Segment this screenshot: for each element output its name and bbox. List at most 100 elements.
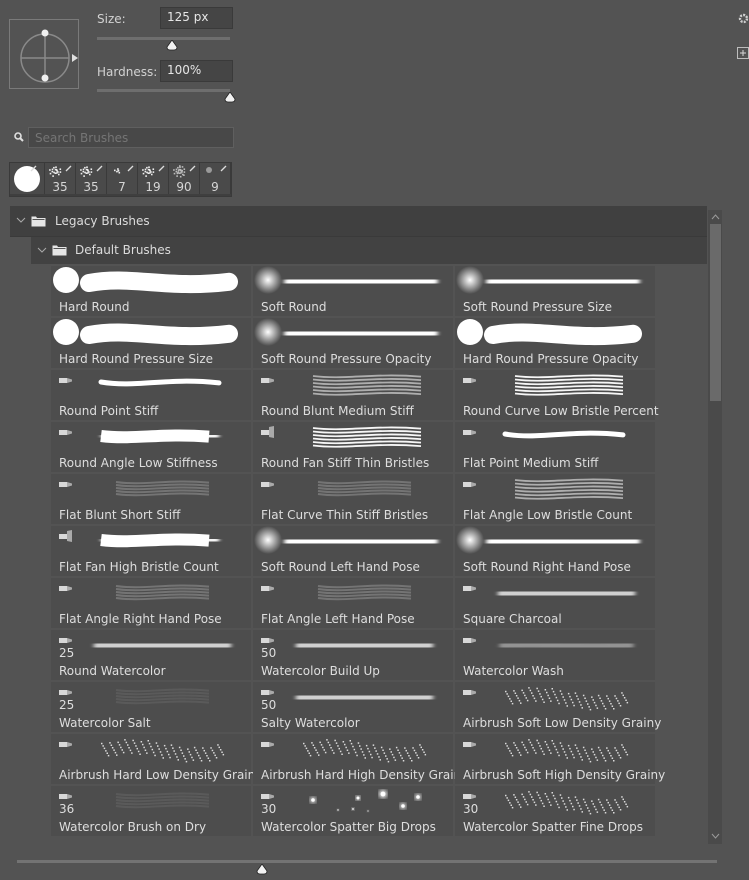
recent-brush[interactable]: 7 [107,163,138,194]
brush-preset-tile[interactable]: Round Curve Low Bristle Percent [455,370,659,420]
size-input[interactable]: 125 px [160,7,233,29]
brush-name: Flat Fan High Bristle Count [59,560,219,574]
recent-brush[interactable]: 9 [200,163,231,194]
recent-brush[interactable]: 35 [45,163,76,194]
brush-preset-tile[interactable]: Round Point Stiff [51,370,251,420]
pencil-tip-icon [261,742,274,747]
brush-name: Airbrush Soft Low Density Grainy [463,716,662,730]
brush-preset-tile[interactable]: Airbrush Soft Low Density Grainy [455,682,661,732]
brush-preset-tile[interactable]: 25 Watercolor Salt [51,682,251,732]
group-label: Legacy Brushes [55,214,150,228]
bristle-tip-icon [261,378,274,383]
size-label: Size: [97,12,126,26]
hardness-slider-thumb[interactable] [224,92,236,103]
brush-preset-tile[interactable]: 50 Watercolor Build Up [253,630,453,680]
brush-stroke-preview [463,584,636,603]
soft-tip-icon [456,266,484,294]
brush-name: Square Charcoal [463,612,562,626]
brush-name: Flat Point Medium Stiff [463,456,599,470]
brush-stroke-preview [59,792,210,809]
brush-size: 30 [261,802,277,816]
brush-preset-tile[interactable]: Flat Curve Thin Stiff Bristles [253,474,453,524]
brush-angle-roundness-icon[interactable] [10,20,80,90]
soft-tip-icon [254,266,282,294]
pencil-tip-icon [261,690,274,695]
scroll-down-icon[interactable] [711,833,720,839]
brush-preset-tile[interactable]: Round Blunt Medium Stiff [253,370,453,420]
gear-icon[interactable] [738,13,749,24]
recent-brush[interactable]: 90 [169,163,200,194]
brush-preset-tile[interactable]: Flat Blunt Short Stiff [51,474,251,524]
brush-preset-tile[interactable]: Flat Angle Low Bristle Count [455,474,655,524]
hardness-slider-track[interactable] [97,89,230,92]
brush-preset-tile[interactable]: Airbrush Hard High Density Grainy [253,734,468,784]
brush-stroke-preview [456,526,640,554]
size-slider-track[interactable] [97,37,230,40]
brush-stroke-preview [261,426,422,448]
preview-size-slider-track[interactable] [17,860,717,863]
brush-preset-tile[interactable]: Hard Round Pressure Opacity [455,318,655,368]
recent-brush-size: 35 [83,180,99,194]
bristle-tip-icon [463,430,476,435]
brush-size: 25 [59,698,75,712]
bristle-tip-icon [59,378,72,383]
brush-stroke-preview [53,267,238,294]
group-legacy-brushes[interactable]: Legacy Brushes [10,206,707,237]
brush-preset-tile[interactable]: Hard Round Pressure Size [51,318,251,368]
group-default-brushes[interactable]: Default Brushes [31,237,707,264]
brush-name: Salty Watercolor [261,716,360,730]
brush-preset-tile[interactable]: Square Charcoal [455,578,655,628]
brush-stroke-preview [59,584,210,601]
new-preset-icon[interactable] [737,47,749,59]
hard-round-brush-icon [14,165,40,192]
search-brushes-input[interactable] [28,127,234,148]
brush-size: 36 [59,802,75,816]
brush-name: Flat Angle Left Hand Pose [261,612,415,626]
brush-name: Hard Round Pressure Size [59,352,214,366]
brush-preset-tile[interactable]: Soft Round Left Hand Pose [253,526,453,576]
chevron-down-icon[interactable] [37,247,47,253]
brush-preset-tile[interactable]: Flat Angle Right Hand Pose [51,578,251,628]
folder-icon [52,245,67,256]
brush-preset-tile[interactable]: Watercolor Wash [455,630,655,680]
scrollbar-thumb[interactable] [710,224,721,401]
brush-preset-tile[interactable]: 30 Watercolor Spatter Fine Drops [455,786,655,836]
brush-name: Round Angle Low Stiffness [59,456,218,470]
brush-stroke-preview [463,687,629,711]
brush-preset-tile[interactable]: Flat Point Medium Stiff [455,422,655,472]
preview-size-slider-thumb[interactable] [256,864,268,875]
brush-preset-tile[interactable]: Round Fan Stiff Thin Bristles [253,422,453,472]
flat-tip-icon [59,586,72,591]
brush-preset-tile[interactable]: 25 Round Watercolor [51,630,251,680]
pencil-tip-icon [463,586,476,591]
brush-name: Hard Round [59,300,130,314]
hardness-input[interactable]: 100% [160,60,233,82]
fan-tip-icon [59,530,72,542]
brush-preset-tile[interactable]: Soft Round Pressure Size [455,266,655,316]
size-slider-thumb[interactable] [166,40,178,51]
recent-brush[interactable] [10,163,45,194]
folder-icon [31,216,46,227]
brush-preset-tile[interactable]: Soft Round Pressure Opacity [253,318,453,368]
brush-preset-tile[interactable]: Flat Angle Left Hand Pose [253,578,453,628]
brush-preset-tile[interactable]: Soft Round Right Hand Pose [455,526,655,576]
brush-stroke-preview [463,478,624,500]
brush-preset-tile[interactable]: Soft Round [253,266,453,316]
brush-preset-tile[interactable]: Flat Fan High Bristle Count [51,526,251,576]
fan-tip-icon [261,426,274,438]
brush-preset-tile[interactable]: Airbrush Hard Low Density Grainy [51,734,262,784]
brush-name: Watercolor Build Up [261,664,380,678]
chevron-down-icon[interactable] [16,217,26,223]
brush-preset-tile[interactable]: 36 Watercolor Brush on Dry [51,786,251,836]
scroll-up-icon[interactable] [711,214,720,220]
brush-preset-tile[interactable]: Round Angle Low Stiffness [51,422,251,472]
recent-brush[interactable]: 35 [76,163,107,194]
pencil-tip-icon [261,638,274,643]
brush-preset-tile[interactable]: 30 Watercolor Spatter Big Drops [253,786,453,836]
brush-preset-tile[interactable]: 50 Salty Watercolor [253,682,453,732]
brush-name: Airbrush Soft High Density Grainy [463,768,666,782]
brush-angle-preview[interactable] [9,19,79,89]
recent-brush[interactable]: 19 [138,163,169,194]
brush-preset-tile[interactable]: Airbrush Soft High Density Grainy [455,734,665,784]
brush-preset-tile[interactable]: Hard Round [51,266,251,316]
